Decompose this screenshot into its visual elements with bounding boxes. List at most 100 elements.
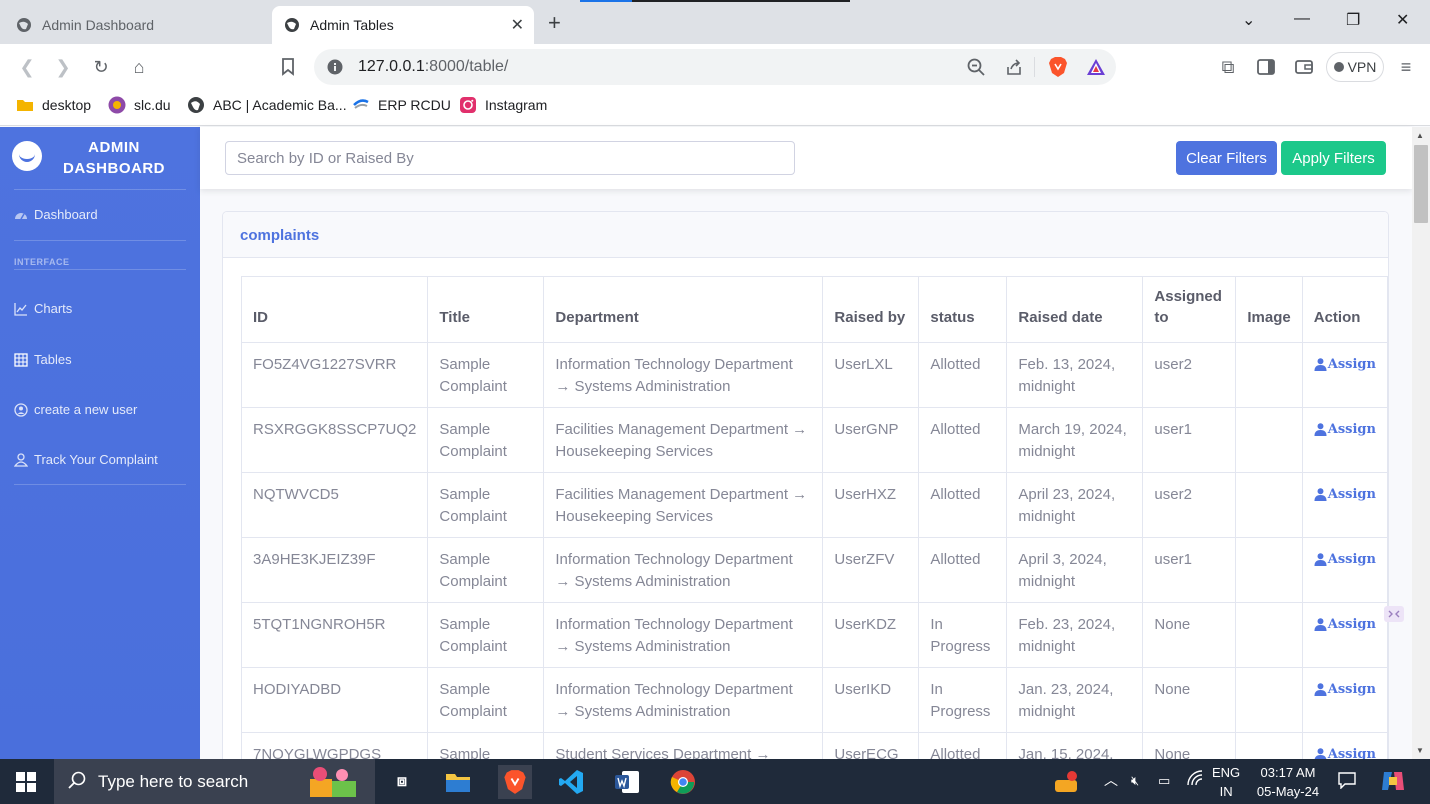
search-highlight-icon xyxy=(310,767,356,797)
battery-icon[interactable]: ▭ xyxy=(1158,771,1170,790)
assign-link[interactable]: Assign xyxy=(1314,354,1376,376)
chart-icon xyxy=(14,302,27,316)
back-icon[interactable]: ❮ xyxy=(16,56,38,78)
cell-action: Assign xyxy=(1301,667,1388,733)
tab-admin-tables[interactable]: Admin Tables ✕ xyxy=(272,6,534,44)
url-text: 127.0.0.1:8000/table/ xyxy=(358,58,509,75)
sidebar-item-track-complaint[interactable]: Track Your Complaint xyxy=(14,452,158,467)
user-icon xyxy=(14,452,28,467)
cell-department: Facilities Management Department → House… xyxy=(543,407,824,473)
address-bar[interactable]: 127.0.0.1:8000/table/ xyxy=(314,49,1116,85)
file-explorer-icon[interactable] xyxy=(441,765,475,799)
notification-app-icon[interactable] xyxy=(1049,765,1083,799)
column-header-raised-date[interactable]: Raised date xyxy=(1006,276,1144,343)
search-input[interactable] xyxy=(225,141,795,175)
apply-filters-button[interactable]: Apply Filters xyxy=(1281,141,1386,175)
forward-icon[interactable]: ❯ xyxy=(52,56,74,78)
bookmark-desktop[interactable]: desktop xyxy=(16,96,91,114)
tab-title: Admin Dashboard xyxy=(42,17,155,33)
column-header-id[interactable]: ID xyxy=(240,276,429,343)
user-icon xyxy=(1314,488,1327,502)
task-view-icon[interactable]: ⧈ xyxy=(385,765,419,799)
bookmark-icon[interactable] xyxy=(277,56,299,78)
user-icon xyxy=(1314,618,1327,632)
reload-icon[interactable]: ↻ xyxy=(90,56,112,78)
cell-title: Sample Complaint xyxy=(427,602,545,668)
copilot-icon[interactable] xyxy=(1380,769,1406,798)
column-header-title[interactable]: Title xyxy=(427,276,545,343)
restore-button[interactable]: ❐ xyxy=(1346,10,1360,30)
scroll-down-arrow-icon[interactable]: ▼ xyxy=(1416,746,1424,755)
cell-assigned-to: user1 xyxy=(1142,407,1237,473)
assign-link[interactable]: Assign xyxy=(1314,679,1376,701)
assign-label: Assign xyxy=(1327,617,1376,632)
tab-search-chevron-icon[interactable]: ⌄ xyxy=(1242,10,1255,30)
windows-taskbar: Type here to search ⧈ ︿ 🔇︎ ▭ ENG IN 03:17… xyxy=(0,759,1430,804)
floating-widget-icon[interactable] xyxy=(1383,605,1405,623)
brave-taskbar-icon[interactable] xyxy=(498,765,532,799)
brave-shields-icon[interactable] xyxy=(1047,56,1069,78)
cell-raised-by: UserIKD xyxy=(822,667,920,733)
extensions-icon[interactable]: ⧉ xyxy=(1217,56,1239,78)
sidebar-divider xyxy=(14,240,186,241)
scrollbar-thumb[interactable] xyxy=(1414,145,1428,223)
user-icon xyxy=(1314,553,1327,567)
site-info-icon[interactable] xyxy=(327,59,343,75)
wallet-icon[interactable] xyxy=(1293,56,1315,78)
brave-rewards-icon[interactable] xyxy=(1085,56,1107,78)
sidebar-item-charts[interactable]: Charts xyxy=(14,301,72,316)
cell-raised-date: April 23, 2024, midnight xyxy=(1006,472,1144,538)
vpn-button[interactable]: VPN xyxy=(1326,52,1384,82)
sidebar-toggle-icon[interactable] xyxy=(1255,56,1277,78)
column-header-action[interactable]: Action xyxy=(1301,276,1388,343)
column-header-image[interactable]: Image xyxy=(1235,276,1303,343)
assign-link[interactable]: Assign xyxy=(1314,484,1376,506)
assign-label: Assign xyxy=(1327,552,1376,567)
assign-link[interactable]: Assign xyxy=(1314,419,1376,441)
sidebar-item-create-user[interactable]: create a new user xyxy=(14,402,137,417)
new-tab-button[interactable]: + xyxy=(548,10,561,36)
table-body: FO5Z4VG1227SVRR Sample Complaint Informati… xyxy=(240,342,1388,770)
sidebar-brand[interactable]: ADMIN DASHBOARD xyxy=(0,127,200,189)
windows-start-icon[interactable] xyxy=(16,772,36,792)
page-scrollbar[interactable]: ▲ ▼ xyxy=(1412,127,1430,759)
bookmark-instagram[interactable]: Instagram xyxy=(459,96,547,114)
table-icon xyxy=(14,352,28,367)
assign-link[interactable]: Assign xyxy=(1314,549,1376,571)
sidebar-divider xyxy=(14,189,186,190)
tab-admin-dashboard[interactable]: Admin Dashboard xyxy=(16,6,256,44)
bookmark-slc-du[interactable]: slc.du xyxy=(108,96,171,114)
taskbar-search-box[interactable]: Type here to search xyxy=(54,759,375,804)
assign-link[interactable]: Assign xyxy=(1314,614,1376,636)
minimize-button[interactable]: — xyxy=(1294,10,1310,28)
clock[interactable]: 03:17 AM 05-May-24 xyxy=(1252,763,1324,801)
close-tab-icon[interactable]: ✕ xyxy=(511,15,524,35)
assign-label: Assign xyxy=(1327,682,1376,697)
column-header-status[interactable]: status xyxy=(918,276,1008,343)
column-header-assigned-to[interactable]: Assigned to xyxy=(1142,276,1237,343)
scroll-up-arrow-icon[interactable]: ▲ xyxy=(1416,131,1424,140)
column-header-department[interactable]: Department xyxy=(543,276,824,343)
home-icon[interactable]: ⌂ xyxy=(128,56,150,78)
column-header-raised-by[interactable]: Raised by xyxy=(822,276,920,343)
close-window-button[interactable]: ✕ xyxy=(1396,10,1409,30)
show-hidden-icons-icon[interactable]: ︿ xyxy=(1104,771,1118,790)
bookmark-abc[interactable]: ABC | Academic Ba... xyxy=(187,96,347,114)
share-icon[interactable] xyxy=(1003,56,1025,78)
word-icon[interactable] xyxy=(610,765,644,799)
complaints-card: complaints ID Title Department Raised by… xyxy=(222,211,1389,771)
volume-muted-icon[interactable]: 🔇︎ xyxy=(1131,771,1139,790)
menu-icon[interactable]: ≡ xyxy=(1395,56,1417,78)
clear-filters-button[interactable]: Clear Filters xyxy=(1176,141,1277,175)
vscode-icon[interactable] xyxy=(554,765,588,799)
sidebar-item-tables[interactable]: Tables xyxy=(14,352,72,367)
browser-tab-bar: Admin Dashboard Admin Tables ✕ + ⌄ — ❐ ✕ xyxy=(0,0,1430,44)
user-circle-icon xyxy=(14,402,28,417)
language-indicator[interactable]: ENG IN xyxy=(1212,763,1240,801)
wifi-icon[interactable] xyxy=(1186,769,1204,792)
chrome-icon[interactable] xyxy=(666,765,700,799)
bookmark-erp-rcdu[interactable]: ERP RCDU xyxy=(352,96,451,114)
zoom-icon[interactable] xyxy=(965,56,987,78)
notifications-icon[interactable] xyxy=(1338,771,1356,794)
sidebar-item-dashboard[interactable]: Dashboard xyxy=(14,207,98,222)
